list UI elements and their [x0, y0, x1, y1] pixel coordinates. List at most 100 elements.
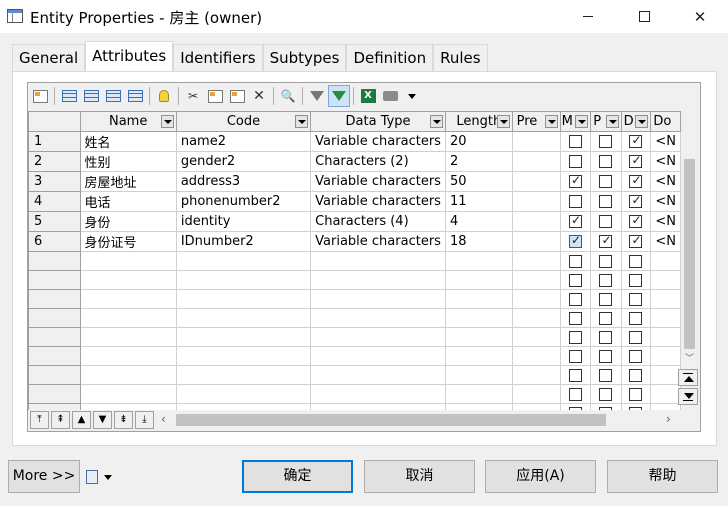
empty-table-row[interactable] [28, 346, 681, 366]
empty-cell[interactable] [175, 365, 312, 385]
row-number[interactable]: 4 [28, 191, 81, 212]
add-attributes-button[interactable] [102, 85, 124, 107]
checkbox[interactable] [629, 349, 643, 363]
cell-precision[interactable] [511, 171, 561, 192]
checkbox[interactable] [599, 215, 613, 228]
checkbox[interactable] [568, 330, 582, 344]
empty-checkbox-cell[interactable] [559, 384, 592, 404]
empty-cell[interactable] [444, 327, 513, 347]
empty-checkbox-cell[interactable] [620, 327, 652, 347]
move-to-top-button[interactable]: ⤒ [30, 411, 49, 429]
checkbox[interactable] [629, 254, 643, 268]
move-to-bottom-button[interactable]: ⤓ [135, 411, 154, 429]
checkbox[interactable] [568, 349, 582, 363]
scroll-top-button[interactable] [678, 369, 698, 386]
table-row[interactable]: 2性别gender2Characters (2)2<N [28, 151, 681, 172]
cell-code[interactable]: phonenumber2 [175, 191, 312, 212]
cell-length[interactable]: 4 [444, 211, 513, 232]
copy-button[interactable] [204, 85, 226, 107]
cell-data-type[interactable]: Variable characters [310, 231, 446, 252]
table-row[interactable]: 3房屋地址address3Variable characters50 <N [28, 171, 681, 192]
checkbox[interactable] [629, 193, 643, 208]
horizontal-scroll-thumb[interactable] [176, 414, 606, 426]
column-header-mandatory[interactable]: M [559, 111, 592, 132]
empty-cell[interactable] [650, 365, 681, 385]
move-page-up-button[interactable]: ⇞ [51, 411, 70, 429]
column-filter-arrow-icon[interactable] [160, 115, 174, 128]
cell-primary[interactable] [590, 131, 622, 152]
filter-button[interactable] [306, 85, 328, 107]
column-filter-arrow-icon[interactable] [429, 115, 443, 128]
cell-name[interactable]: 性别 [79, 151, 177, 172]
empty-cell[interactable] [79, 289, 177, 309]
cell-name[interactable]: 房屋地址 [79, 171, 177, 192]
cell-domain[interactable]: <N [650, 151, 681, 172]
checkbox[interactable] [599, 330, 613, 344]
empty-cell[interactable] [511, 365, 561, 385]
scroll-down-icon[interactable]: ﹀ [681, 351, 698, 365]
cell-mandatory[interactable] [559, 131, 592, 152]
empty-checkbox-cell[interactable] [559, 365, 592, 385]
cell-domain[interactable]: <N [650, 171, 681, 192]
cut-button[interactable]: ✂ [182, 85, 204, 107]
column-filter-arrow-icon[interactable] [575, 115, 589, 128]
delete-button[interactable]: ✕ [248, 85, 270, 107]
cell-data-type[interactable]: Variable characters [310, 171, 446, 192]
empty-cell[interactable] [175, 384, 312, 404]
empty-cell[interactable] [511, 289, 561, 309]
checkbox[interactable] [599, 292, 613, 306]
empty-cell[interactable] [650, 308, 681, 328]
checkbox[interactable] [568, 273, 582, 287]
checkbox[interactable] [629, 173, 643, 188]
empty-checkbox-cell[interactable] [590, 346, 622, 366]
empty-checkbox-cell[interactable] [590, 365, 622, 385]
empty-checkbox-cell[interactable] [559, 327, 592, 347]
checkbox[interactable] [599, 311, 613, 325]
empty-cell[interactable] [444, 365, 513, 385]
checkbox[interactable] [599, 273, 613, 287]
cell-code[interactable]: IDnumber2 [175, 231, 312, 252]
tab-subtypes[interactable]: Subtypes [262, 44, 347, 71]
cell-mandatory[interactable] [559, 171, 592, 192]
checkbox[interactable] [568, 135, 582, 148]
empty-cell[interactable] [79, 346, 177, 366]
document-menu-button[interactable] [86, 466, 122, 488]
cancel-button[interactable]: 取消 [364, 460, 475, 493]
tab-rules[interactable]: Rules [433, 44, 488, 71]
empty-cell[interactable] [310, 365, 446, 385]
cell-domain[interactable]: <N [650, 191, 681, 212]
help-button[interactable]: 帮助 [607, 460, 718, 493]
empty-cell[interactable] [444, 270, 513, 290]
maximize-button[interactable] [616, 0, 672, 33]
cell-primary[interactable] [590, 191, 622, 212]
cell-displayed[interactable] [620, 191, 652, 212]
checkbox[interactable] [599, 387, 613, 401]
cell-precision[interactable] [511, 191, 561, 212]
reuse-attributes-button[interactable] [124, 85, 146, 107]
empty-cell[interactable] [175, 346, 312, 366]
cell-domain[interactable]: <N [650, 131, 681, 152]
empty-checkbox-cell[interactable] [559, 308, 592, 328]
empty-cell[interactable] [310, 289, 446, 309]
row-number[interactable]: 6 [28, 231, 81, 252]
empty-cell[interactable] [310, 346, 446, 366]
cell-data-type[interactable]: Variable characters [310, 131, 446, 152]
empty-checkbox-cell[interactable] [590, 327, 622, 347]
cell-mandatory[interactable] [559, 231, 592, 252]
empty-cell[interactable] [650, 346, 681, 366]
paste-button[interactable] [226, 85, 248, 107]
find-button[interactable]: 🔍 [277, 85, 299, 107]
checkbox[interactable] [568, 173, 582, 188]
row-number[interactable] [28, 289, 81, 309]
column-header-precision[interactable]: Pre [511, 111, 561, 132]
empty-cell[interactable] [79, 365, 177, 385]
checkbox[interactable] [568, 233, 582, 248]
checkbox[interactable] [568, 387, 582, 401]
row-number[interactable]: 1 [28, 131, 81, 152]
table-row[interactable]: 6身份证号IDnumber2Variable characters18 <N [28, 231, 681, 252]
cell-name[interactable]: 身份 [79, 211, 177, 232]
empty-cell[interactable] [650, 270, 681, 290]
cell-domain[interactable]: <N [650, 231, 681, 252]
cell-precision[interactable] [511, 151, 561, 172]
empty-table-row[interactable] [28, 384, 681, 404]
